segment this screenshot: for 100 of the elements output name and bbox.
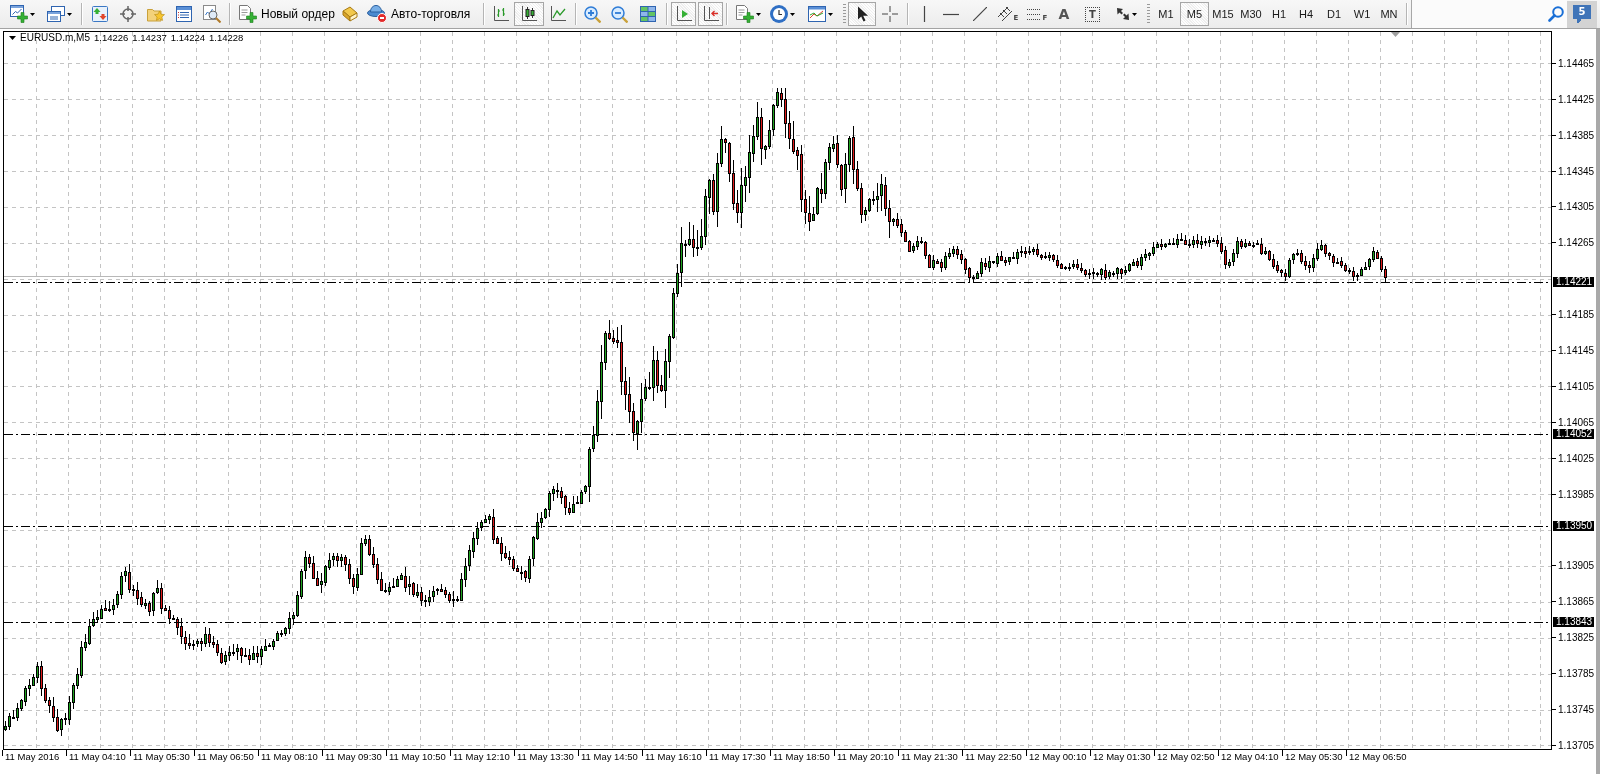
timeframe-tab[interactable]: M1 <box>1152 2 1180 26</box>
quote-value: 1.14226 <box>94 32 129 44</box>
auto-scroll-button[interactable] <box>671 2 696 26</box>
level-line[interactable] <box>4 282 1551 283</box>
trend-line-icon <box>973 7 987 21</box>
timeframe-tab[interactable]: D1 <box>1319 2 1349 26</box>
timeframe-tab[interactable]: H4 <box>1293 2 1319 26</box>
caret-icon <box>9 36 16 40</box>
timeframe-tab[interactable]: M30 <box>1237 2 1265 26</box>
time-axis-label: 12 May 06:50 <box>1346 750 1407 763</box>
arrows-icon <box>1115 7 1130 21</box>
zoom-in-icon <box>584 5 601 23</box>
level-price-label: 1.13843 <box>1553 616 1594 627</box>
document-plus-icon <box>735 5 754 23</box>
price-axis-label: 1.14305 <box>1552 201 1595 213</box>
time-axis-label: 11 May 12:10 <box>450 750 510 763</box>
search-field[interactable] <box>1411 0 1545 28</box>
axis-play-icon <box>675 6 692 22</box>
shift-marker-icon <box>1391 32 1400 37</box>
chart-symbol: EURUSD.m,M5 <box>20 32 90 44</box>
price-axis-label: 1.14345 <box>1552 165 1595 177</box>
price-axis-label: 1.14145 <box>1552 345 1595 356</box>
level-line[interactable] <box>4 526 1551 527</box>
bar-chart-icon <box>493 6 509 22</box>
time-axis-label: 11 May 16:10 <box>642 750 702 763</box>
level-line[interactable] <box>4 434 1551 435</box>
horizontal-line-icon <box>943 12 959 16</box>
crosshair-icon <box>882 6 898 22</box>
price-axis-label: 1.14265 <box>1552 237 1595 249</box>
level-line[interactable] <box>4 622 1551 623</box>
document-plus-icon <box>239 5 257 23</box>
arrows-window-icon <box>92 6 108 22</box>
price-axis-label: 1.14025 <box>1552 452 1595 464</box>
line-chart-icon <box>550 6 566 22</box>
time-axis-label: 11 May 08:10 <box>258 750 318 763</box>
text-tool[interactable]: A <box>1052 2 1076 26</box>
price-axis-label: 1.13905 <box>1552 560 1595 572</box>
time-axis-label: 12 May 00:10 <box>1026 750 1087 763</box>
channel-icon <box>997 7 1012 21</box>
timeframe-tab[interactable]: W1 <box>1349 2 1375 26</box>
text-label-tool[interactable]: T <box>1085 6 1100 22</box>
time-axis-label: 11 May 2016 <box>2 750 60 763</box>
time-axis-label: 11 May 06:50 <box>194 750 254 763</box>
time-axis-label: 12 May 05:30 <box>1282 750 1343 763</box>
vertical-line-icon <box>922 6 926 22</box>
auto-trading-button[interactable]: Авто-торговля <box>362 2 480 26</box>
price-axis-label: 1.14105 <box>1552 380 1595 392</box>
price-axis-label: 1.14065 <box>1552 416 1595 428</box>
price-axis-label: 1.13985 <box>1552 488 1595 500</box>
timeframe-tab[interactable]: M15 <box>1209 2 1237 26</box>
price-axis-label: 1.13745 <box>1552 704 1595 715</box>
price-axis-label: 1.13825 <box>1552 632 1595 644</box>
caret-icon <box>1131 12 1137 16</box>
timeframe-tab[interactable]: M5 <box>1180 2 1209 26</box>
target-icon <box>120 6 136 22</box>
time-axis-label: 11 May 13:30 <box>514 750 574 763</box>
price-axis-label: 1.13865 <box>1552 596 1595 608</box>
time-axis-label: 11 May 22:50 <box>962 750 1022 763</box>
time-axis-label: 12 May 02:50 <box>1154 750 1215 763</box>
time-axis-label: 11 May 10:50 <box>386 750 446 763</box>
chart-shift-button[interactable] <box>698 2 723 26</box>
axis-shift-icon <box>702 6 719 22</box>
search-button[interactable] <box>1545 0 1567 28</box>
chart-plus-icon <box>9 5 28 23</box>
level-price-label: 1.13950 <box>1553 520 1594 531</box>
time-axis-label: 12 May 04:10 <box>1218 750 1279 763</box>
clock-icon <box>769 5 788 23</box>
price-axis-label: 1.14425 <box>1552 93 1595 105</box>
candlestick-chart-button[interactable] <box>514 2 544 26</box>
quote-value: 1.14237 <box>132 32 167 44</box>
quote-value: 1.14228 <box>209 32 244 44</box>
time-axis-label: 11 May 18:50 <box>770 750 830 763</box>
timeframe-tab[interactable]: MN <box>1375 2 1403 26</box>
message-count-badge[interactable]: 5 <box>1573 4 1591 24</box>
time-axis-label: 11 May 04:10 <box>66 750 126 763</box>
candlestick-icon <box>521 6 537 22</box>
zoom-out-icon <box>610 5 628 23</box>
dotted-lines-icon <box>1026 8 1041 20</box>
time-axis-label: 11 May 20:10 <box>834 750 894 763</box>
tile-windows-icon <box>640 6 656 22</box>
quote-value: 1.14224 <box>170 32 206 44</box>
caret-icon <box>29 12 35 16</box>
windows-icon <box>46 6 65 22</box>
price-axis-label: 1.13785 <box>1552 668 1595 680</box>
time-axis-label: 11 May 09:30 <box>322 750 382 763</box>
time-axis-label: 12 May 01:30 <box>1090 750 1151 763</box>
time-axis-label: 11 May 21:30 <box>898 750 958 763</box>
timeframe-tab[interactable]: H1 <box>1265 2 1293 26</box>
time-axis-label: 11 May 14:50 <box>578 750 638 763</box>
new-order-button[interactable]: Новый ордер <box>234 2 338 26</box>
template-chart-icon <box>807 6 826 22</box>
scrollbar[interactable] <box>1596 29 1600 774</box>
cursor-button[interactable] <box>848 2 876 26</box>
price-axis-label: 1.14465 <box>1552 57 1595 69</box>
search-icon <box>1548 6 1564 22</box>
folder-star-icon <box>147 6 165 22</box>
list-window-icon <box>176 6 192 22</box>
price-axis-label: 1.14185 <box>1552 309 1595 321</box>
hat-stop-icon <box>367 5 387 23</box>
level-price-label: 1.14221 <box>1553 277 1594 288</box>
